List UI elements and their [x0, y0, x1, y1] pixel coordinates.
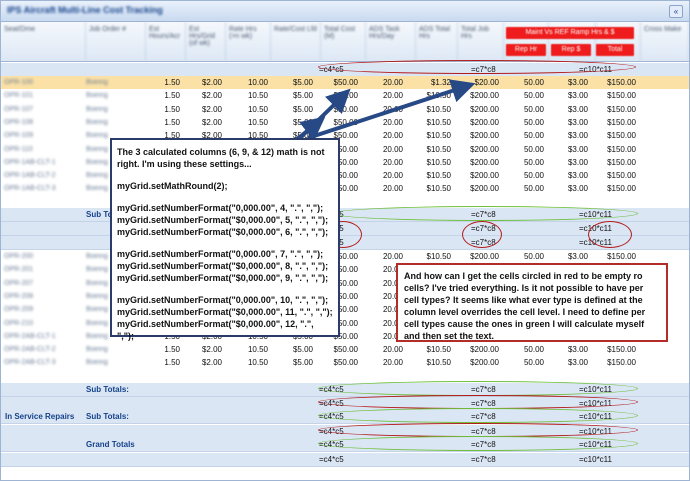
note-line: myGrid.setNumberFormat("0,000.00", 7, ".…: [117, 249, 324, 259]
note-line: myGrid.setNumberFormat("$0,000.00", 9, "…: [117, 273, 329, 283]
arrow-to-col9: [307, 79, 476, 140]
note-empty-cells: And how can I get the cells circled in r…: [396, 263, 668, 342]
note-line: myGrid.setMathRound(2);: [117, 181, 228, 191]
note-line: myGrid.setNumberFormat("0,000.00", 10, "…: [117, 295, 329, 305]
note-line: myGrid.setNumberFormat("$0,000.00", 11, …: [117, 307, 333, 317]
red-circle: [588, 221, 632, 248]
note-line: cell types? It seems like what ever type…: [404, 295, 643, 305]
note-line: The 3 calculated columns (6, 9, & 12) ma…: [117, 147, 325, 157]
note-line: myGrid.setNumberFormat("$0,000.00", 8, "…: [117, 261, 329, 271]
note-line: [117, 238, 333, 248]
note-line: myGrid.setNumberFormat("0,000.00", 4, ".…: [117, 203, 324, 213]
note-line: right. I'm using these settings...: [117, 159, 252, 169]
note-line: [117, 192, 333, 202]
note-number-format: The 3 calculated columns (6, 9, & 12) ma…: [110, 138, 340, 341]
note-line: myGrid.setNumberFormat("$0,000.00", 12, …: [117, 319, 314, 341]
note-line: cells? I've tried everything. Is it not …: [404, 283, 644, 293]
note-line: myGrid.setNumberFormat("$0,000.00", 6, "…: [117, 227, 329, 237]
note-line: And how can I get the cells circled in r…: [404, 271, 643, 281]
red-circle: [318, 60, 636, 74]
green-circle: [318, 436, 638, 451]
green-circle: [318, 381, 638, 396]
red-circle: [318, 423, 638, 437]
red-circle: [318, 395, 638, 409]
note-line: column level overrides the cell level. I…: [404, 307, 646, 317]
note-line: [117, 284, 333, 294]
note-line: [117, 170, 333, 180]
red-circle: [462, 221, 502, 248]
note-line: myGrid.setNumberFormat("$0,000.00", 5, "…: [117, 215, 329, 225]
green-circle: [318, 408, 638, 423]
note-line: cell types cause the ones in green I wil…: [404, 319, 645, 329]
green-circle: [332, 206, 638, 221]
note-line: and then set the text.: [404, 331, 495, 341]
